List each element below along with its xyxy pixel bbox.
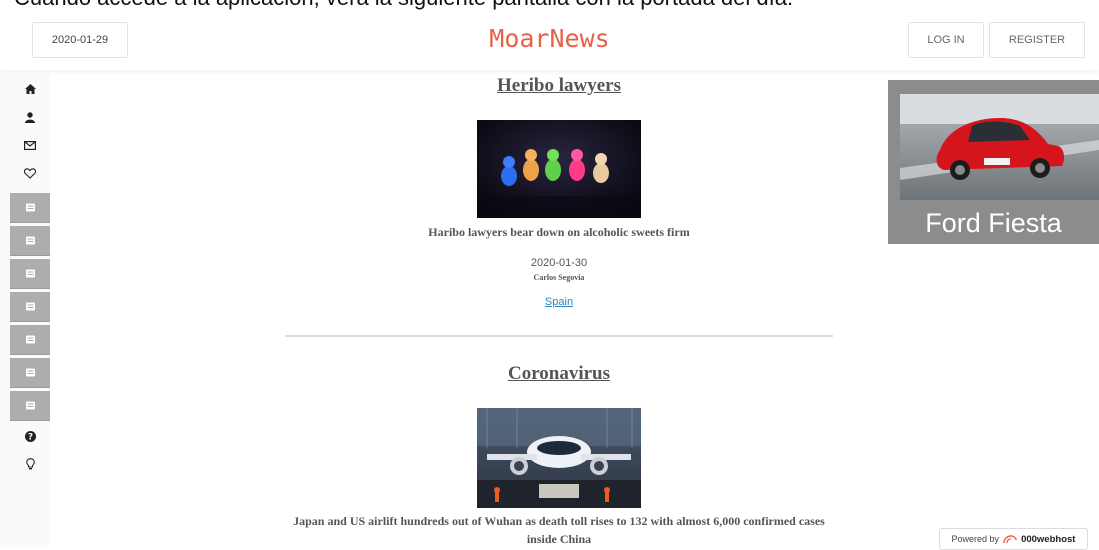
login-button[interactable]: LOG IN [908,22,984,58]
envelope-icon [24,140,36,150]
sidebar-item-help[interactable]: ? [10,422,50,450]
newspaper-icon [25,368,35,377]
sidebar-item-tips[interactable] [10,450,50,478]
article-headline[interactable]: Japan and US airlift hundreds out of Wuh… [285,512,833,548]
register-button[interactable]: REGISTER [989,22,1085,58]
question-icon: ? [24,430,36,442]
powered-by-label: Powered by [951,534,1000,544]
newspaper-icon [25,236,35,245]
sidebar-item-messages[interactable] [10,131,50,159]
sidebar-item-profile[interactable] [10,103,50,131]
webhost-logo-icon [1003,534,1017,543]
newspaper-icon [25,401,35,410]
newspaper-icon [25,335,35,344]
article-title[interactable]: Coronavirus [285,363,833,385]
sidebar-section-2[interactable] [10,226,50,256]
ad-caption: Ford Fiesta [925,208,1062,238]
sidebar-section-7[interactable] [10,391,50,421]
article-image-gummy-bears[interactable] [477,120,641,218]
newspaper-icon [25,302,35,311]
article-author: Carlos Segovia [533,273,585,282]
newspaper-icon [25,269,35,278]
sidebar-section-1[interactable] [10,193,50,223]
article-image-airplane[interactable] [477,408,641,508]
sidebar-section-5[interactable] [10,325,50,355]
powered-by-brand: 000webhost [1021,533,1076,545]
article-date: 2020-01-30 [530,257,588,269]
sidebar-section-6[interactable] [10,358,50,388]
sidebar-section-4[interactable] [10,292,50,322]
newspaper-icon [25,203,35,212]
powered-by-badge[interactable]: Powered by 000webhost [939,528,1088,550]
sidebar-section-3[interactable] [10,259,50,289]
advertisement[interactable]: Ford Fiesta [888,80,1099,244]
site-logo-text: MoarNews [489,24,610,53]
lightbulb-icon [25,458,35,470]
sidebar-item-favorites[interactable] [10,159,50,187]
article-title[interactable]: Heribo lawyers [285,75,833,97]
article-section-link[interactable]: Spain [285,296,833,308]
ad-car-image [900,94,1099,200]
heart-icon [24,167,36,179]
home-icon [24,84,36,94]
document-caption: Cuando accede a la aplicación, verá la s… [14,0,793,11]
article-divider [285,335,833,337]
sidebar-item-home[interactable] [10,75,50,103]
user-icon [25,111,35,123]
article-headline[interactable]: Haribo lawyers bear down on alcoholic sw… [285,223,833,241]
svg-text:?: ? [27,432,32,441]
